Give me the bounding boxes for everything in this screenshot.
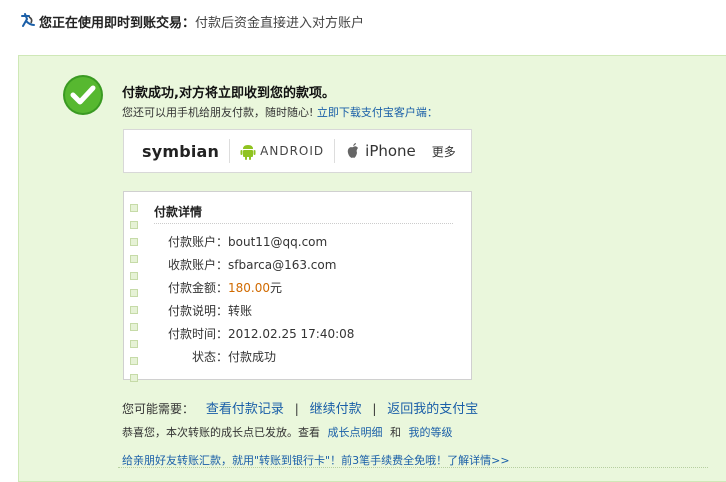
promo-divider bbox=[118, 467, 708, 468]
bank-transfer-promo-link[interactable]: 给亲朋好友转账汇款，就用"转账到银行卡"！前3笔手续费全免哦！了解详情>> bbox=[122, 452, 510, 468]
growth-detail-link[interactable]: 成长点明细 bbox=[328, 426, 383, 439]
back-to-alipay-link[interactable]: 返回我的支付宝 bbox=[387, 402, 478, 417]
next-actions: 您可能需要： 查看付款记录 | 继续付款 | 返回我的支付宝 bbox=[122, 398, 478, 417]
separator: | bbox=[372, 402, 377, 416]
detail-label: 付款时间： bbox=[167, 327, 228, 341]
detail-value: 付款成功 bbox=[228, 350, 277, 364]
top-notice: 您正在使用即时到账交易： 付款后资金直接进入对方账户 bbox=[20, 11, 364, 31]
actions-prefix: 您可能需要： bbox=[122, 402, 195, 416]
detail-value: bout11@qq.com bbox=[228, 235, 328, 249]
header-divider bbox=[154, 223, 453, 224]
more-platforms-link[interactable]: 更多 bbox=[432, 143, 456, 160]
iphone-label: iPhone bbox=[365, 142, 416, 160]
detail-row-status: 状态：付款成功 bbox=[124, 348, 464, 365]
detail-row-time: 付款时间：2012.02.25 17:40:08 bbox=[124, 325, 464, 342]
detail-row-payee: 收款账户：sfbarca@163.com bbox=[124, 256, 464, 273]
details-header: 付款详情 bbox=[154, 205, 203, 219]
mobile-promo: 您还可以用手机给朋友付款，随时随心! 立即下载支付宝客户端： bbox=[122, 104, 438, 120]
separator: | bbox=[294, 402, 299, 416]
download-client-link[interactable]: 立即下载支付宝客户端： bbox=[317, 106, 438, 119]
my-level-link[interactable]: 我的等级 bbox=[409, 426, 453, 439]
android-label: ANDROID bbox=[260, 144, 325, 158]
amount-value: 180.00 bbox=[228, 281, 270, 295]
growth-and: 和 bbox=[390, 426, 401, 439]
iphone-link[interactable]: iPhone bbox=[345, 130, 416, 172]
detail-row-amount: 付款金额：180.00元 bbox=[124, 279, 464, 296]
android-robot-icon bbox=[240, 145, 256, 160]
detail-label: 收款账户： bbox=[167, 258, 228, 272]
continue-payment-link[interactable]: 继续付款 bbox=[310, 402, 362, 417]
growth-text: 恭喜您，本次转账的成长点已发放。查看 bbox=[122, 426, 320, 439]
checkmark-circle-icon bbox=[63, 75, 103, 115]
detail-label: 付款说明： bbox=[167, 304, 228, 318]
platform-bar: symbian ANDROID iPhone 更多 bbox=[123, 129, 472, 173]
detail-label: 付款金额： bbox=[167, 281, 228, 295]
success-title: 付款成功,对方将立即收到您的款项。 bbox=[122, 86, 335, 101]
symbian-link[interactable]: symbian bbox=[124, 130, 219, 172]
growth-points-note: 恭喜您，本次转账的成长点已发放。查看 成长点明细 和 我的等级 bbox=[122, 424, 453, 440]
detail-row-memo: 付款说明：转账 bbox=[124, 302, 464, 319]
detail-label: 状态： bbox=[191, 350, 228, 364]
notice-strong: 您正在使用即时到账交易： bbox=[39, 15, 196, 31]
apple-logo-icon bbox=[347, 143, 359, 158]
view-payment-records-link[interactable]: 查看付款记录 bbox=[206, 402, 284, 417]
detail-value: 2012.02.25 17:40:08 bbox=[228, 327, 355, 341]
payment-details-card: 付款详情 付款账户：bout11@qq.com 收款账户：sfbarca@163… bbox=[123, 191, 472, 382]
detail-row-payer: 付款账户：bout11@qq.com bbox=[124, 233, 464, 250]
notice-desc: 付款后资金直接进入对方账户 bbox=[195, 15, 365, 31]
mobile-promo-text: 您还可以用手机给朋友付款，随时随心! bbox=[122, 106, 314, 119]
android-link[interactable]: ANDROID bbox=[240, 130, 324, 172]
alipay-logo-icon bbox=[21, 13, 35, 27]
amount-unit: 元 bbox=[270, 281, 283, 295]
divider bbox=[229, 139, 231, 163]
detail-label: 付款账户： bbox=[167, 235, 228, 249]
divider bbox=[334, 139, 336, 163]
detail-value: sfbarca@163.com bbox=[228, 258, 337, 272]
detail-value: 转账 bbox=[228, 304, 253, 318]
